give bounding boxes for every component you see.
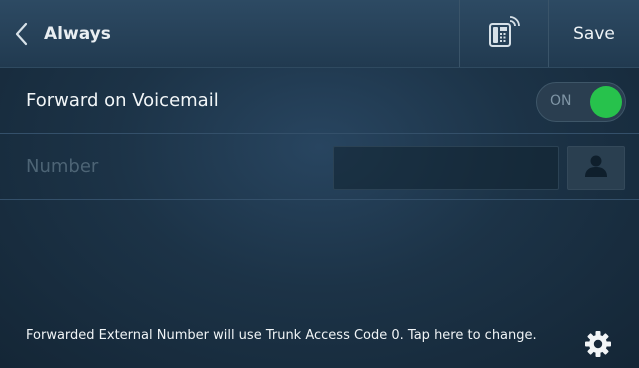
number-row: Number [0,134,639,200]
toggle-knob [590,86,622,118]
contact-picker-button[interactable] [567,146,625,190]
toggle-state-label: ON [550,93,572,109]
forward-on-voicemail-row: Forward on Voicemail ON [0,68,639,134]
trunk-access-code-message[interactable]: Forwarded External Number will use Trunk… [26,328,546,344]
number-label: Number [26,156,99,177]
number-input[interactable] [333,146,559,190]
forward-on-voicemail-label: Forward on Voicemail [26,90,219,111]
back-button[interactable]: Always [0,0,459,67]
settings-button[interactable] [580,328,616,364]
header-bar: Always Save [0,0,639,68]
gear-icon [584,330,612,362]
forwarding-screen: Always Save Forward on Voicemail ON Numb… [0,0,639,368]
desk-phone-wireless-icon [486,15,522,53]
save-button[interactable]: Save [549,0,639,67]
chevron-left-icon [14,19,38,49]
page-title: Always [44,23,111,44]
person-icon [583,154,609,182]
forward-on-voicemail-toggle[interactable]: ON [536,82,626,122]
phone-button[interactable] [459,0,549,67]
